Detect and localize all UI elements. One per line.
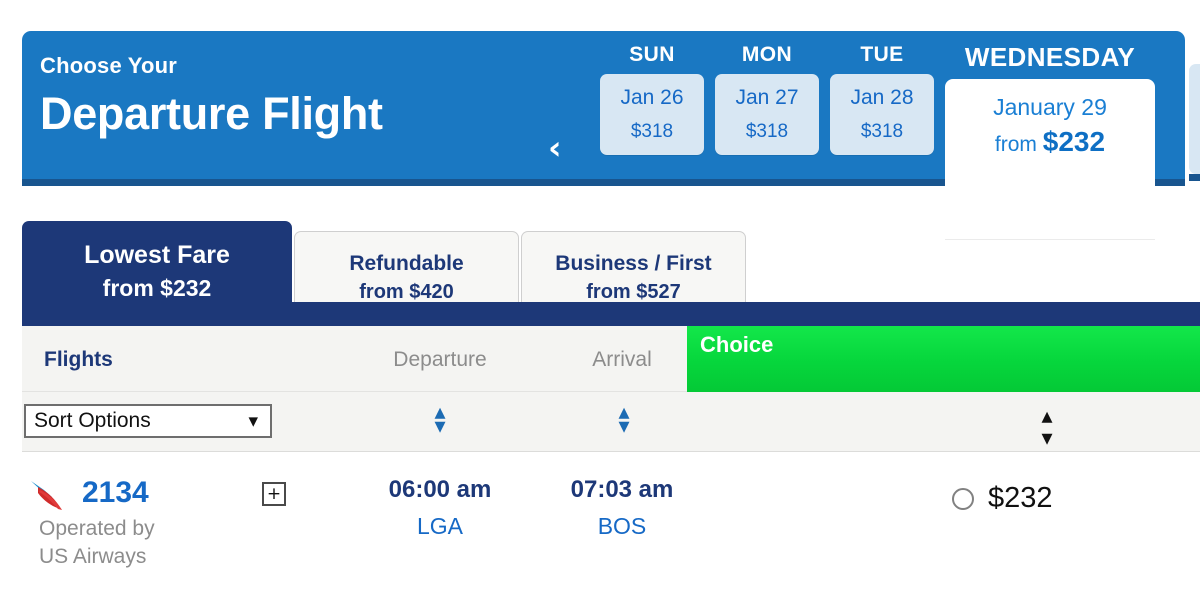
chevron-up-icon: ▴ bbox=[1041, 404, 1053, 429]
date-tab-next-underline bbox=[1189, 174, 1200, 181]
column-header-departure: Departure bbox=[393, 348, 487, 371]
date-label: Jan 27 bbox=[735, 86, 799, 109]
departure-airport-code: LGA bbox=[416, 513, 464, 539]
column-header-choice-band: Choice bbox=[687, 326, 1200, 392]
flight-number[interactable]: 2134 bbox=[82, 478, 149, 508]
date-tab-next-partial[interactable] bbox=[1189, 64, 1200, 174]
chevron-down-icon: ▾ bbox=[434, 413, 446, 439]
date-selector-strip: SUN Jan 26 $318 MON Jan 27 $318 TUE Jan … bbox=[600, 44, 1155, 239]
operated-by-label: Operated by US Airways bbox=[39, 517, 155, 569]
select-fare-radio[interactable] bbox=[952, 487, 974, 510]
tab-label: Refundable bbox=[349, 252, 464, 275]
choice-cell: $232 bbox=[952, 484, 1053, 513]
date-price-amount: $232 bbox=[1042, 126, 1106, 157]
date-column-mon: MON Jan 27 $318 bbox=[715, 44, 819, 155]
tab-business-first[interactable]: Business / First from $527 bbox=[521, 231, 746, 303]
date-tab-jan-26[interactable]: Jan 26 $318 bbox=[600, 74, 704, 155]
date-tab-jan-28[interactable]: Jan 28 $318 bbox=[830, 74, 934, 155]
date-label: Jan 26 bbox=[620, 86, 684, 109]
sort-options-value: Sort Options bbox=[34, 409, 151, 432]
day-of-week-label: MON bbox=[741, 43, 793, 66]
date-price: $318 bbox=[745, 121, 789, 142]
fare-price: $232 bbox=[988, 482, 1053, 514]
section-divider-bar bbox=[22, 302, 1200, 326]
chevron-down-icon: ▾ bbox=[248, 410, 258, 432]
tab-label: Business / First bbox=[555, 252, 712, 275]
date-price: $318 bbox=[860, 121, 904, 142]
column-header-choice-label: Choice bbox=[700, 332, 774, 357]
page-title: Departure Flight bbox=[40, 88, 383, 139]
previous-days-chevron-icon[interactable]: ‹ bbox=[548, 131, 562, 164]
date-tab-jan-27[interactable]: Jan 27 $318 bbox=[715, 74, 819, 155]
date-column-wed: WEDNESDAY January 29 from $232 bbox=[945, 44, 1155, 239]
departure-cell: 06:00 am LGA bbox=[360, 478, 520, 538]
date-label-active: January 29 bbox=[993, 94, 1107, 120]
page-header: Choose Your Departure Flight ‹ SUN Jan 2… bbox=[22, 31, 1185, 239]
sort-options-select[interactable]: Sort Options ▾ bbox=[24, 404, 272, 438]
chevron-down-icon: ▾ bbox=[1041, 426, 1053, 451]
column-header-arrival: Arrival bbox=[592, 348, 652, 371]
from-label: from bbox=[994, 133, 1037, 156]
date-price-active: from $232 bbox=[953, 128, 1147, 156]
arrival-airport-code: BOS bbox=[597, 513, 647, 539]
departure-time: 06:00 am bbox=[388, 476, 492, 503]
american-airlines-logo-icon bbox=[28, 478, 74, 512]
sort-controls-row: Sort Options ▾ ▴ ▾ ▴ ▾ ▴ ▾ bbox=[22, 392, 1200, 452]
header-title-group: Choose Your Departure Flight bbox=[40, 53, 383, 139]
arrival-cell: 07:03 am BOS bbox=[542, 478, 702, 538]
departure-flight-page: Choose Your Departure Flight ‹ SUN Jan 2… bbox=[0, 0, 1200, 598]
date-column-tue: TUE Jan 28 $318 bbox=[830, 44, 934, 155]
tab-lowest-fare[interactable]: Lowest Fare from $232 bbox=[22, 221, 292, 303]
tab-sublabel: from $232 bbox=[102, 275, 212, 302]
date-price: $318 bbox=[630, 121, 674, 142]
tab-refundable[interactable]: Refundable from $420 bbox=[294, 231, 519, 303]
table-row[interactable]: 2134 Operated by US Airways + 06:00 am LG… bbox=[22, 452, 1200, 598]
chevron-down-icon: ▾ bbox=[618, 413, 630, 439]
sort-price-button[interactable]: ▴ ▾ bbox=[1027, 406, 1067, 450]
expand-details-plus-icon[interactable]: + bbox=[262, 482, 286, 506]
date-tab-january-29-active[interactable]: January 29 from $232 bbox=[945, 79, 1155, 239]
day-of-week-label-active: WEDNESDAY bbox=[964, 42, 1136, 72]
day-of-week-label: TUE bbox=[860, 43, 904, 66]
date-column-sun: SUN Jan 26 $318 bbox=[600, 44, 704, 155]
arrival-time: 07:03 am bbox=[570, 476, 674, 503]
tab-label: Lowest Fare bbox=[84, 241, 230, 269]
sort-departure-button[interactable]: ▴ ▾ bbox=[420, 402, 460, 439]
sort-arrival-button[interactable]: ▴ ▾ bbox=[604, 402, 644, 439]
flights-table-header: Flights Departure Arrival Choice bbox=[22, 326, 1200, 392]
column-header-flights: Flights bbox=[44, 348, 113, 371]
day-of-week-label: SUN bbox=[629, 43, 675, 66]
date-label: Jan 28 bbox=[850, 86, 914, 109]
header-eyebrow: Choose Your bbox=[40, 53, 178, 78]
